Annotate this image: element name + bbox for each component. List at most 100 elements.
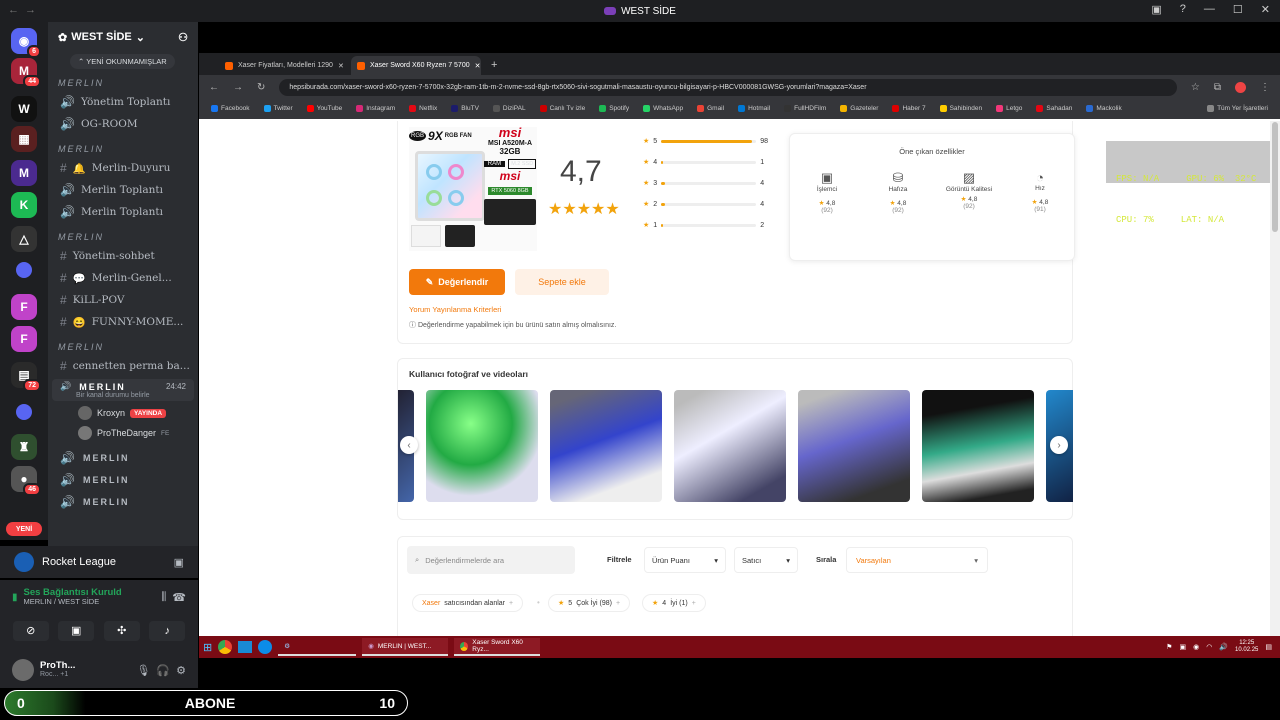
category-header[interactable]: MERLIN [48, 75, 198, 91]
rate-button[interactable]: ✎ Değerlendir [409, 269, 505, 295]
folder-icon[interactable] [16, 404, 32, 420]
new-servers-pill[interactable]: YENİ [6, 522, 42, 536]
active-voice-channel[interactable]: 🔊 MERLIN 24:42 Bir kanal durumu belirle [52, 379, 194, 401]
discord-home-icon[interactable]: ◉ 6 [11, 28, 41, 58]
category-header[interactable]: MERLIN [48, 339, 198, 355]
text-channel[interactable]: # 💬 Merlin-Genel... [48, 267, 198, 289]
gallery-thumbnail[interactable] [550, 390, 662, 502]
wifi-icon[interactable]: ◠ [1206, 643, 1212, 651]
server-icon[interactable]: ▤ 72 [11, 362, 41, 392]
server-icon[interactable]: W [11, 96, 37, 122]
avatar[interactable] [12, 659, 34, 681]
text-channel[interactable]: # KiLL-POV [48, 289, 198, 311]
feature-item[interactable]: ⛁ Hafıza ★ 4,8 (92) [868, 170, 928, 214]
tray-icon[interactable]: ⚑ [1166, 643, 1172, 651]
notification-icon[interactable]: ▤ [1265, 643, 1272, 651]
criteria-link[interactable]: Yorum Yayınlanma Kriterleri [409, 305, 501, 314]
feature-item[interactable]: ▨ Görüntü Kalitesi ★ 4,8 (92) [939, 170, 999, 210]
bookmark-item[interactable]: YouTube [306, 105, 342, 113]
tray-icon[interactable]: ◉ [1193, 643, 1199, 651]
connection-server[interactable]: MERLIN / WEST SİDE [24, 598, 122, 607]
taskbar-app[interactable]: ◉ MERLIN | WEST... [362, 638, 449, 656]
bookmark-item[interactable]: Sahibinden [939, 105, 982, 113]
voice-channel[interactable]: 🔊 Yönetim Toplantı [48, 91, 198, 113]
gallery-thumbnail[interactable] [798, 390, 910, 502]
folder-icon[interactable] [16, 262, 32, 278]
unread-pill[interactable]: ⌃ YENİ OKUNMAMIŞLAR [70, 54, 175, 69]
noise-icon[interactable]: ⫼ [161, 591, 166, 604]
activities-button[interactable]: ✣ [103, 620, 140, 641]
voice-channel[interactable]: 🔊 MERLIN [48, 491, 198, 513]
reload-icon[interactable]: ↻ [257, 82, 265, 93]
bookmark-item[interactable]: Canlı Tv izle [539, 105, 585, 113]
review-search-input[interactable]: ⌕ Değerlendirmelerde ara [407, 546, 575, 574]
headphones-icon[interactable]: 🎧 [156, 664, 170, 677]
bookmark-item[interactable]: Hotmail [738, 105, 770, 113]
gallery-thumbnail[interactable] [426, 390, 538, 502]
category-header[interactable]: MERLIN [48, 229, 198, 245]
bookmark-item[interactable]: Spotify [599, 105, 629, 113]
feature-item[interactable]: ◔ Hız ★ 4,8 (91) [1010, 170, 1070, 213]
inbox-icon[interactable]: ▣ [1151, 3, 1161, 16]
page-scrollbar[interactable] [1270, 121, 1280, 636]
voice-channel[interactable]: 🔊 Merlin Toplantı [48, 201, 198, 223]
back-icon[interactable]: ← [209, 82, 219, 93]
close-icon[interactable]: ✕ [475, 62, 481, 70]
gear-icon[interactable]: ⚙ [176, 664, 186, 677]
bookmark-item[interactable]: BluTV [451, 105, 479, 113]
microphone-icon[interactable]: 🎙 [136, 664, 150, 677]
voice-channel[interactable]: 🔊 MERLIN [48, 469, 198, 491]
voice-channel[interactable]: 🔊 Merlin Toplantı [48, 179, 198, 201]
star-row[interactable]: ★ 1 2 [643, 221, 764, 230]
server-header[interactable]: ✿ WEST SİDE ⌄ ⚇ [48, 22, 198, 52]
bookmark-item[interactable]: Instagram [356, 105, 395, 113]
tray-icon[interactable]: ▣ [1179, 643, 1186, 651]
text-channel[interactable]: # 😄 FUNNY-MOME... [48, 311, 198, 333]
bookmark-item[interactable]: Facebook [211, 105, 250, 113]
gallery-next-button[interactable]: › [1050, 436, 1068, 454]
server-icon[interactable]: ● 46 [11, 466, 41, 496]
server-icon[interactable]: ♜ [11, 434, 37, 460]
channel-status[interactable]: Bir kanal durumu belirle [60, 392, 186, 399]
browser-tab-active[interactable]: Xaser Sword X60 Ryzen 7 5700 ✕ [351, 56, 481, 75]
close-icon[interactable]: ✕ [338, 62, 344, 70]
bookmark-item[interactable]: DiziPAL [492, 105, 526, 113]
menu-icon[interactable]: ⋮ [1260, 82, 1270, 93]
scrollbar-thumb[interactable] [1272, 122, 1278, 232]
star-row[interactable]: ★ 5 98 [643, 137, 768, 146]
clock[interactable]: 12:25 10.02.25 [1235, 640, 1258, 653]
taskbar-app[interactable]: ⚙ [278, 638, 357, 656]
server-icon[interactable]: F [11, 326, 37, 352]
stream-icon[interactable]: ▣ [174, 556, 184, 569]
filter-chip[interactable]: Xaser satıcısından alanlar + [412, 594, 524, 612]
bookmark-item[interactable]: Mackolik [1086, 105, 1122, 113]
back-forward-icons[interactable]: ←→ [8, 4, 42, 16]
server-icon[interactable]: M [11, 160, 37, 186]
voice-channel[interactable]: 🔊 OG-ROOM [48, 113, 198, 135]
star-row[interactable]: ★ 2 4 [643, 200, 764, 209]
disconnect-icon[interactable]: ☎ [172, 591, 186, 604]
edge-icon[interactable] [258, 640, 273, 654]
extensions-icon[interactable]: ⧉ [1214, 82, 1221, 93]
bookmark-item[interactable]: Sahadan [1036, 105, 1072, 113]
game-activity[interactable]: Rocket League ▣ [0, 546, 198, 578]
category-header[interactable]: MERLIN [48, 141, 198, 157]
user-name[interactable]: ProTh... [40, 660, 75, 671]
voice-channel[interactable]: 🔊 MERLIN [48, 447, 198, 469]
camera-off-button[interactable]: ⊘ [12, 620, 49, 641]
text-channel[interactable]: # cennetten perma ba... [48, 355, 198, 377]
bookmark-item[interactable]: Netflix [409, 105, 437, 113]
invite-icon[interactable]: ⚇ [178, 31, 188, 44]
bookmark-item[interactable]: WhatsApp [643, 105, 683, 113]
all-bookmarks[interactable]: Tüm Yer İşaretleri [1207, 105, 1268, 113]
help-icon[interactable]: ? [1180, 3, 1186, 16]
screen-share-button[interactable]: ▣ [58, 620, 95, 641]
bookmark-item[interactable]: Twitter [263, 105, 293, 113]
new-tab-button[interactable]: + [483, 59, 505, 75]
feature-item[interactable]: ▣ İşlemci ★ 4,8 (92) [797, 170, 857, 214]
server-icon[interactable]: F [11, 294, 37, 320]
gallery-prev-button[interactable]: ‹ [400, 436, 418, 454]
app-icon[interactable] [238, 641, 253, 653]
star-row[interactable]: ★ 3 4 [643, 179, 764, 188]
rating-filter-select[interactable]: Ürün Puanı ▾ [644, 547, 726, 573]
